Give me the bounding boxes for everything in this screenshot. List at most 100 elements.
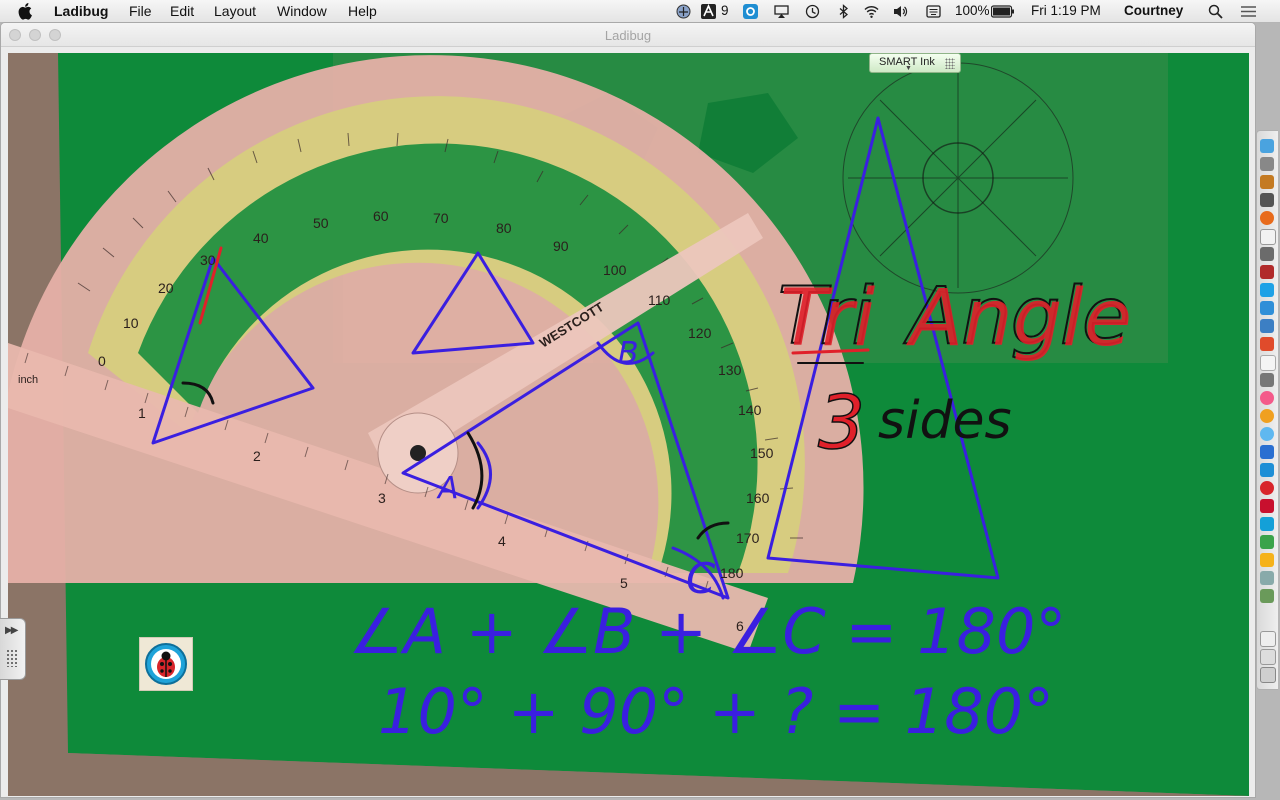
protractor-mark-110: 110 — [648, 292, 671, 308]
smart-ink-grip-icon[interactable] — [945, 58, 955, 69]
ruler-inch-label: inch — [18, 374, 38, 386]
adobe-icon[interactable] — [701, 4, 716, 19]
protractor-mark-20: 20 — [158, 280, 174, 296]
app-icon-26[interactable] — [1260, 589, 1274, 603]
document-camera-view[interactable]: Tri Tri Angle Angle 3 sides A B C ∠A + ∠… — [8, 53, 1249, 796]
battery-percentage: 100% — [955, 3, 990, 18]
time-machine-icon[interactable] — [805, 4, 820, 19]
ladibug-window: Ladibug Tri Tri Angle Angle 3 sides A B … — [0, 22, 1256, 798]
adobe-badge: 9 — [721, 3, 729, 18]
app-icon-11[interactable] — [1260, 319, 1274, 333]
protractor-mark-10: 10 — [123, 315, 139, 331]
protractor-mark-60: 60 — [373, 208, 389, 224]
network-utility-icon[interactable] — [676, 4, 691, 19]
menu-layout[interactable]: Layout — [214, 3, 256, 19]
protractor-mark-30: 30 — [200, 252, 216, 268]
launchpad-icon[interactable] — [1260, 157, 1274, 171]
app-icon-23[interactable] — [1260, 535, 1274, 549]
documents-stack-icon[interactable] — [1260, 631, 1276, 647]
itunes-icon[interactable] — [1260, 391, 1274, 405]
menu-edit[interactable]: Edit — [170, 3, 194, 19]
ruler-number-3: 3 — [378, 490, 386, 506]
app-menu[interactable]: Ladibug — [54, 3, 108, 19]
notification-center-icon[interactable] — [1240, 4, 1257, 19]
ink-equation-line-2: 10° + 90° + ? = 180° — [378, 675, 1054, 748]
window-titlebar[interactable]: Ladibug — [1, 23, 1255, 47]
skype-icon[interactable] — [1260, 283, 1274, 297]
smart-ink-dropdown-icon[interactable]: ▼ — [905, 65, 912, 72]
app-icon-22[interactable] — [1260, 517, 1274, 531]
menu-bar: Ladibug File Edit Layout Window Help 9 1… — [0, 0, 1280, 23]
spotlight-search-icon[interactable] — [1208, 4, 1223, 19]
ladibug-capture-button[interactable] — [139, 637, 193, 691]
camera-scene: Tri Tri Angle Angle 3 sides A B C ∠A + ∠… — [8, 53, 1249, 796]
protractor-mark-70: 70 — [433, 210, 449, 226]
protractor-mark-100: 100 — [603, 262, 627, 278]
ink-angle-label-a: A — [436, 471, 459, 506]
photos-icon[interactable] — [1260, 409, 1274, 423]
safari-icon[interactable] — [1260, 427, 1274, 441]
protractor-mark-140: 140 — [738, 402, 762, 418]
protractor-mark-130: 130 — [718, 362, 742, 378]
ink-title-tri: Tri — [780, 274, 876, 364]
protractor-mark-90: 90 — [553, 238, 569, 254]
menu-window[interactable]: Window — [277, 3, 327, 19]
ladibug-dock-icon[interactable] — [1260, 481, 1274, 495]
app-icon-19[interactable] — [1260, 463, 1274, 477]
wifi-icon[interactable] — [864, 4, 879, 19]
side-panel-toggle[interactable]: ▶▶ — [0, 618, 26, 680]
app-icon-13[interactable] — [1260, 355, 1276, 371]
protractor-mark-170: 170 — [736, 530, 760, 546]
app-icon-25[interactable] — [1260, 571, 1274, 585]
downloads-stack-icon[interactable] — [1260, 649, 1276, 665]
protractor-mark-0: 0 — [98, 353, 106, 369]
protractor-mark-40: 40 — [253, 230, 269, 246]
smart-ink-toolbar[interactable]: SMART Ink ▼ — [869, 53, 961, 73]
expand-arrows-icon: ▶▶ — [5, 625, 18, 636]
side-panel-grip-icon — [6, 649, 18, 667]
ink-subtitle-word: sides — [878, 391, 1012, 451]
protractor-mark-150: 150 — [750, 445, 774, 461]
menu-help[interactable]: Help — [348, 3, 377, 19]
window-title: Ladibug — [604, 28, 652, 43]
protractor-mark-80: 80 — [496, 220, 512, 236]
volume-icon[interactable] — [893, 4, 908, 19]
ruler-number-1: 1 — [138, 405, 146, 421]
app-icon-18[interactable] — [1260, 445, 1274, 459]
apple-icon[interactable] — [18, 2, 34, 20]
calendar-icon[interactable] — [1260, 229, 1276, 245]
ink-equation-line-1: ∠A + ∠B + ∠C = 180° — [348, 595, 1066, 668]
app-icon-14[interactable] — [1260, 373, 1274, 387]
menu-file[interactable]: File — [129, 3, 152, 19]
menu-clock[interactable]: Fri 1:19 PM — [1031, 3, 1101, 18]
protractor-mark-120: 120 — [688, 325, 712, 341]
app-store-icon[interactable] — [1260, 301, 1274, 315]
firefox-icon[interactable] — [1260, 211, 1274, 225]
trash-icon[interactable] — [1260, 667, 1276, 683]
ruler-number-6: 6 — [736, 618, 744, 634]
finder-icon[interactable] — [1260, 139, 1274, 153]
ink-angle-label-b: B — [618, 336, 639, 371]
ink-subtitle-number: 3 — [818, 380, 865, 466]
app-icon-4[interactable] — [1260, 193, 1274, 207]
app-icon-12[interactable] — [1260, 337, 1274, 351]
protractor-mark-160: 160 — [746, 490, 770, 506]
ruler-number-4: 4 — [498, 533, 506, 549]
app-icon-7[interactable] — [1260, 247, 1274, 261]
app-icon-8[interactable] — [1260, 265, 1274, 279]
protractor-mark-180: 180 — [720, 565, 744, 581]
protractor-mark-50: 50 — [313, 215, 329, 231]
vertical-dock — [1256, 130, 1278, 690]
user-menu[interactable]: Courtney — [1124, 3, 1183, 18]
app-icon-21[interactable] — [1260, 499, 1274, 513]
ladybug-icon — [145, 643, 187, 685]
app-icon-24[interactable] — [1260, 553, 1274, 567]
ruler-number-5: 5 — [620, 575, 628, 591]
ruler-number-2: 2 — [253, 448, 261, 464]
battery-icon[interactable] — [991, 4, 1015, 19]
screen-capture-icon[interactable] — [743, 4, 758, 19]
app-icon-3[interactable] — [1260, 175, 1274, 189]
airplay-icon[interactable] — [774, 4, 789, 19]
bluetooth-icon[interactable] — [836, 4, 851, 19]
input-menu-icon[interactable] — [926, 4, 941, 19]
